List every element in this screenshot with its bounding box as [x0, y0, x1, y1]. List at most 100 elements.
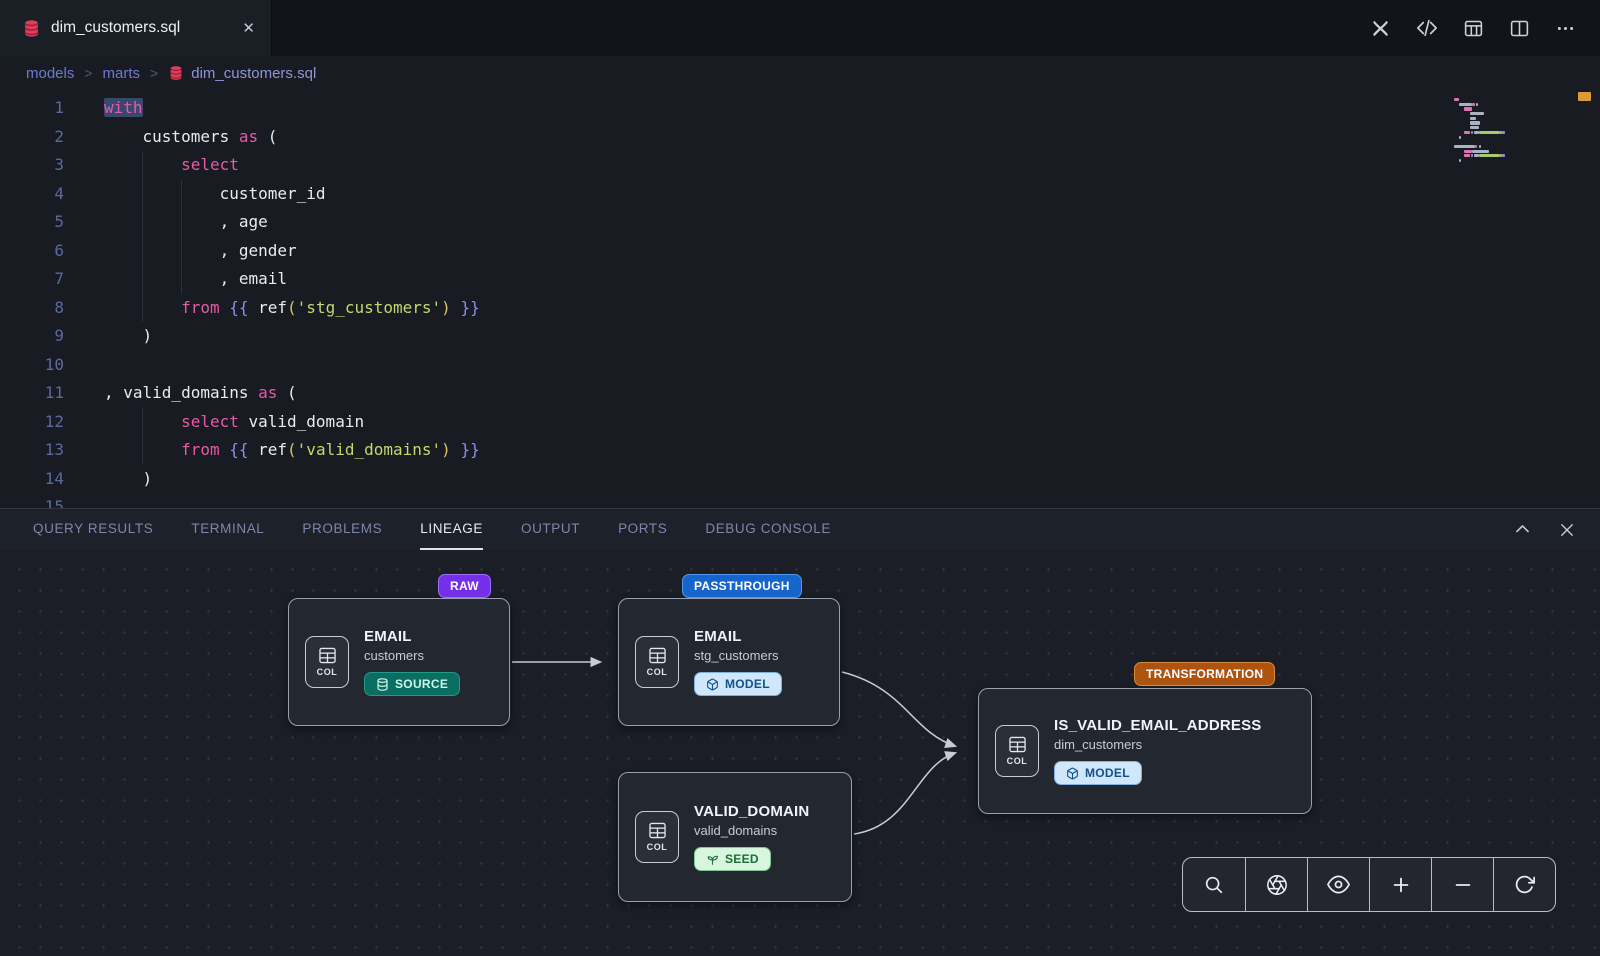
column-icon: COL: [635, 811, 679, 863]
editor-actions: [1370, 0, 1600, 56]
line-number: 12: [0, 408, 64, 437]
split-editor-icon[interactable]: [1509, 18, 1530, 39]
line-number: 3: [0, 151, 64, 180]
line-number: 10: [0, 351, 64, 380]
code-line[interactable]: 2 customers as (: [0, 123, 1600, 152]
node-title: IS_VALID_EMAIL_ADDRESS: [1054, 717, 1262, 734]
panel-tab-problems[interactable]: PROBLEMS: [302, 509, 382, 550]
line-number: 11: [0, 379, 64, 408]
panel-tab-debug-console[interactable]: DEBUG CONSOLE: [705, 509, 831, 550]
code-line[interactable]: 14 ): [0, 465, 1600, 494]
panel-tab-query-results[interactable]: QUERY RESULTS: [33, 509, 153, 550]
code-lines: 1with2 customers as (3 select4 customer_…: [0, 94, 1600, 508]
code-line[interactable]: 3 select: [0, 151, 1600, 180]
more-actions-icon[interactable]: [1555, 18, 1576, 39]
line-number: 7: [0, 265, 64, 294]
tab-close-icon[interactable]: ✕: [242, 19, 255, 37]
column-icon: COL: [305, 636, 349, 688]
code-line[interactable]: 15: [0, 493, 1600, 508]
indent-guide: [142, 151, 143, 322]
database-icon: [168, 65, 184, 81]
lineage-controls: [1182, 857, 1556, 912]
x-tool-icon[interactable]: [1370, 18, 1391, 39]
code-line[interactable]: 4 customer_id: [0, 180, 1600, 209]
node-title: VALID_DOMAIN: [694, 803, 809, 820]
panel-tab-terminal[interactable]: TERMINAL: [191, 509, 264, 550]
editor-tab[interactable]: dim_customers.sql ✕: [0, 0, 272, 56]
lineage-node-customers-email[interactable]: COL EMAIL customers SOURCE: [288, 598, 510, 726]
seed-badge[interactable]: SEED: [694, 847, 771, 871]
panel-tab-lineage[interactable]: LINEAGE: [420, 509, 483, 550]
chevron-up-icon[interactable]: [1513, 520, 1532, 539]
raw-tag: RAW: [438, 574, 491, 598]
breadcrumb-separator: >: [84, 65, 92, 81]
breadcrumb-separator: >: [150, 65, 158, 81]
line-number: 2: [0, 123, 64, 152]
overview-ruler-mark: [1578, 92, 1591, 101]
lineage-node-valid-domains[interactable]: COL VALID_DOMAIN valid_domains SEED: [618, 772, 852, 902]
code-line[interactable]: 9 ): [0, 322, 1600, 351]
line-number: 5: [0, 208, 64, 237]
breadcrumb-item-models[interactable]: models: [26, 65, 74, 82]
lineage-node-stg-customers-email[interactable]: COL EMAIL stg_customers MODEL: [618, 598, 840, 726]
lineage-canvas[interactable]: COL EMAIL customers SOURCE RAW COL: [0, 550, 1600, 956]
node-subtitle: stg_customers: [694, 648, 782, 663]
code-line[interactable]: 1with: [0, 94, 1600, 123]
column-icon: COL: [995, 725, 1039, 777]
database-icon: [22, 19, 41, 38]
model-badge[interactable]: MODEL: [1054, 761, 1142, 785]
results-table-icon[interactable]: [1463, 18, 1484, 39]
tab-title: dim_customers.sql: [51, 19, 180, 37]
node-subtitle: dim_customers: [1054, 737, 1262, 752]
database-icon: [376, 678, 389, 691]
panel-tab-ports[interactable]: PORTS: [618, 509, 667, 550]
cube-icon: [1066, 767, 1079, 780]
breadcrumb-item-file[interactable]: dim_customers.sql: [168, 65, 316, 82]
zoom-out-icon[interactable]: [1431, 858, 1493, 911]
line-number: 9: [0, 322, 64, 351]
editor-tab-bar: dim_customers.sql ✕: [0, 0, 1600, 56]
column-icon: COL: [635, 636, 679, 688]
model-badge[interactable]: MODEL: [694, 672, 782, 696]
breadcrumb-item-marts[interactable]: marts: [103, 65, 141, 82]
code-line[interactable]: 11, valid_domains as (: [0, 379, 1600, 408]
breadcrumb: models > marts > dim_customers.sql: [0, 56, 1600, 90]
panel-tab-output[interactable]: OUTPUT: [521, 509, 580, 550]
lineage-node-dim-customers[interactable]: COL IS_VALID_EMAIL_ADDRESS dim_customers…: [978, 688, 1312, 814]
line-number: 4: [0, 180, 64, 209]
code-line[interactable]: 8 from {{ ref('stg_customers') }}: [0, 294, 1600, 323]
passthrough-tag: PASSTHROUGH: [682, 574, 802, 598]
source-badge[interactable]: SOURCE: [364, 672, 460, 696]
eye-icon[interactable]: [1307, 858, 1369, 911]
panel-header: QUERY RESULTS TERMINAL PROBLEMS LINEAGE OUTP…: [0, 508, 1600, 550]
indent-guide: [142, 408, 143, 465]
close-icon[interactable]: [1558, 521, 1576, 539]
panel-tabs: QUERY RESULTS TERMINAL PROBLEMS LINEAGE OUTP…: [33, 509, 831, 550]
line-number: 13: [0, 436, 64, 465]
code-line[interactable]: 5 , age: [0, 208, 1600, 237]
line-number: 15: [0, 493, 64, 508]
panel-actions: [1513, 520, 1576, 539]
seedling-icon: [706, 853, 719, 866]
cube-icon: [706, 678, 719, 691]
line-number: 1: [0, 94, 64, 123]
code-line[interactable]: 6 , gender: [0, 237, 1600, 266]
app-window: dim_customers.sql ✕ models > marts >: [0, 0, 1600, 956]
code-line[interactable]: 10: [0, 351, 1600, 380]
transformation-tag: TRANSFORMATION: [1134, 662, 1275, 686]
aperture-icon[interactable]: [1245, 858, 1307, 911]
line-number: 6: [0, 237, 64, 266]
node-title: EMAIL: [364, 628, 460, 645]
node-title: EMAIL: [694, 628, 782, 645]
code-line[interactable]: 7 , email: [0, 265, 1600, 294]
node-subtitle: valid_domains: [694, 823, 809, 838]
code-line[interactable]: 12 select valid_domain: [0, 408, 1600, 437]
code-line[interactable]: 13 from {{ ref('valid_domains') }}: [0, 436, 1600, 465]
refresh-icon[interactable]: [1493, 858, 1555, 911]
inline-code-icon[interactable]: [1416, 17, 1438, 39]
search-icon[interactable]: [1183, 858, 1245, 911]
minimap[interactable]: [1454, 98, 1546, 168]
indent-guide: [181, 180, 182, 294]
zoom-in-icon[interactable]: [1369, 858, 1431, 911]
code-editor[interactable]: 1with2 customers as (3 select4 customer_…: [0, 90, 1600, 508]
